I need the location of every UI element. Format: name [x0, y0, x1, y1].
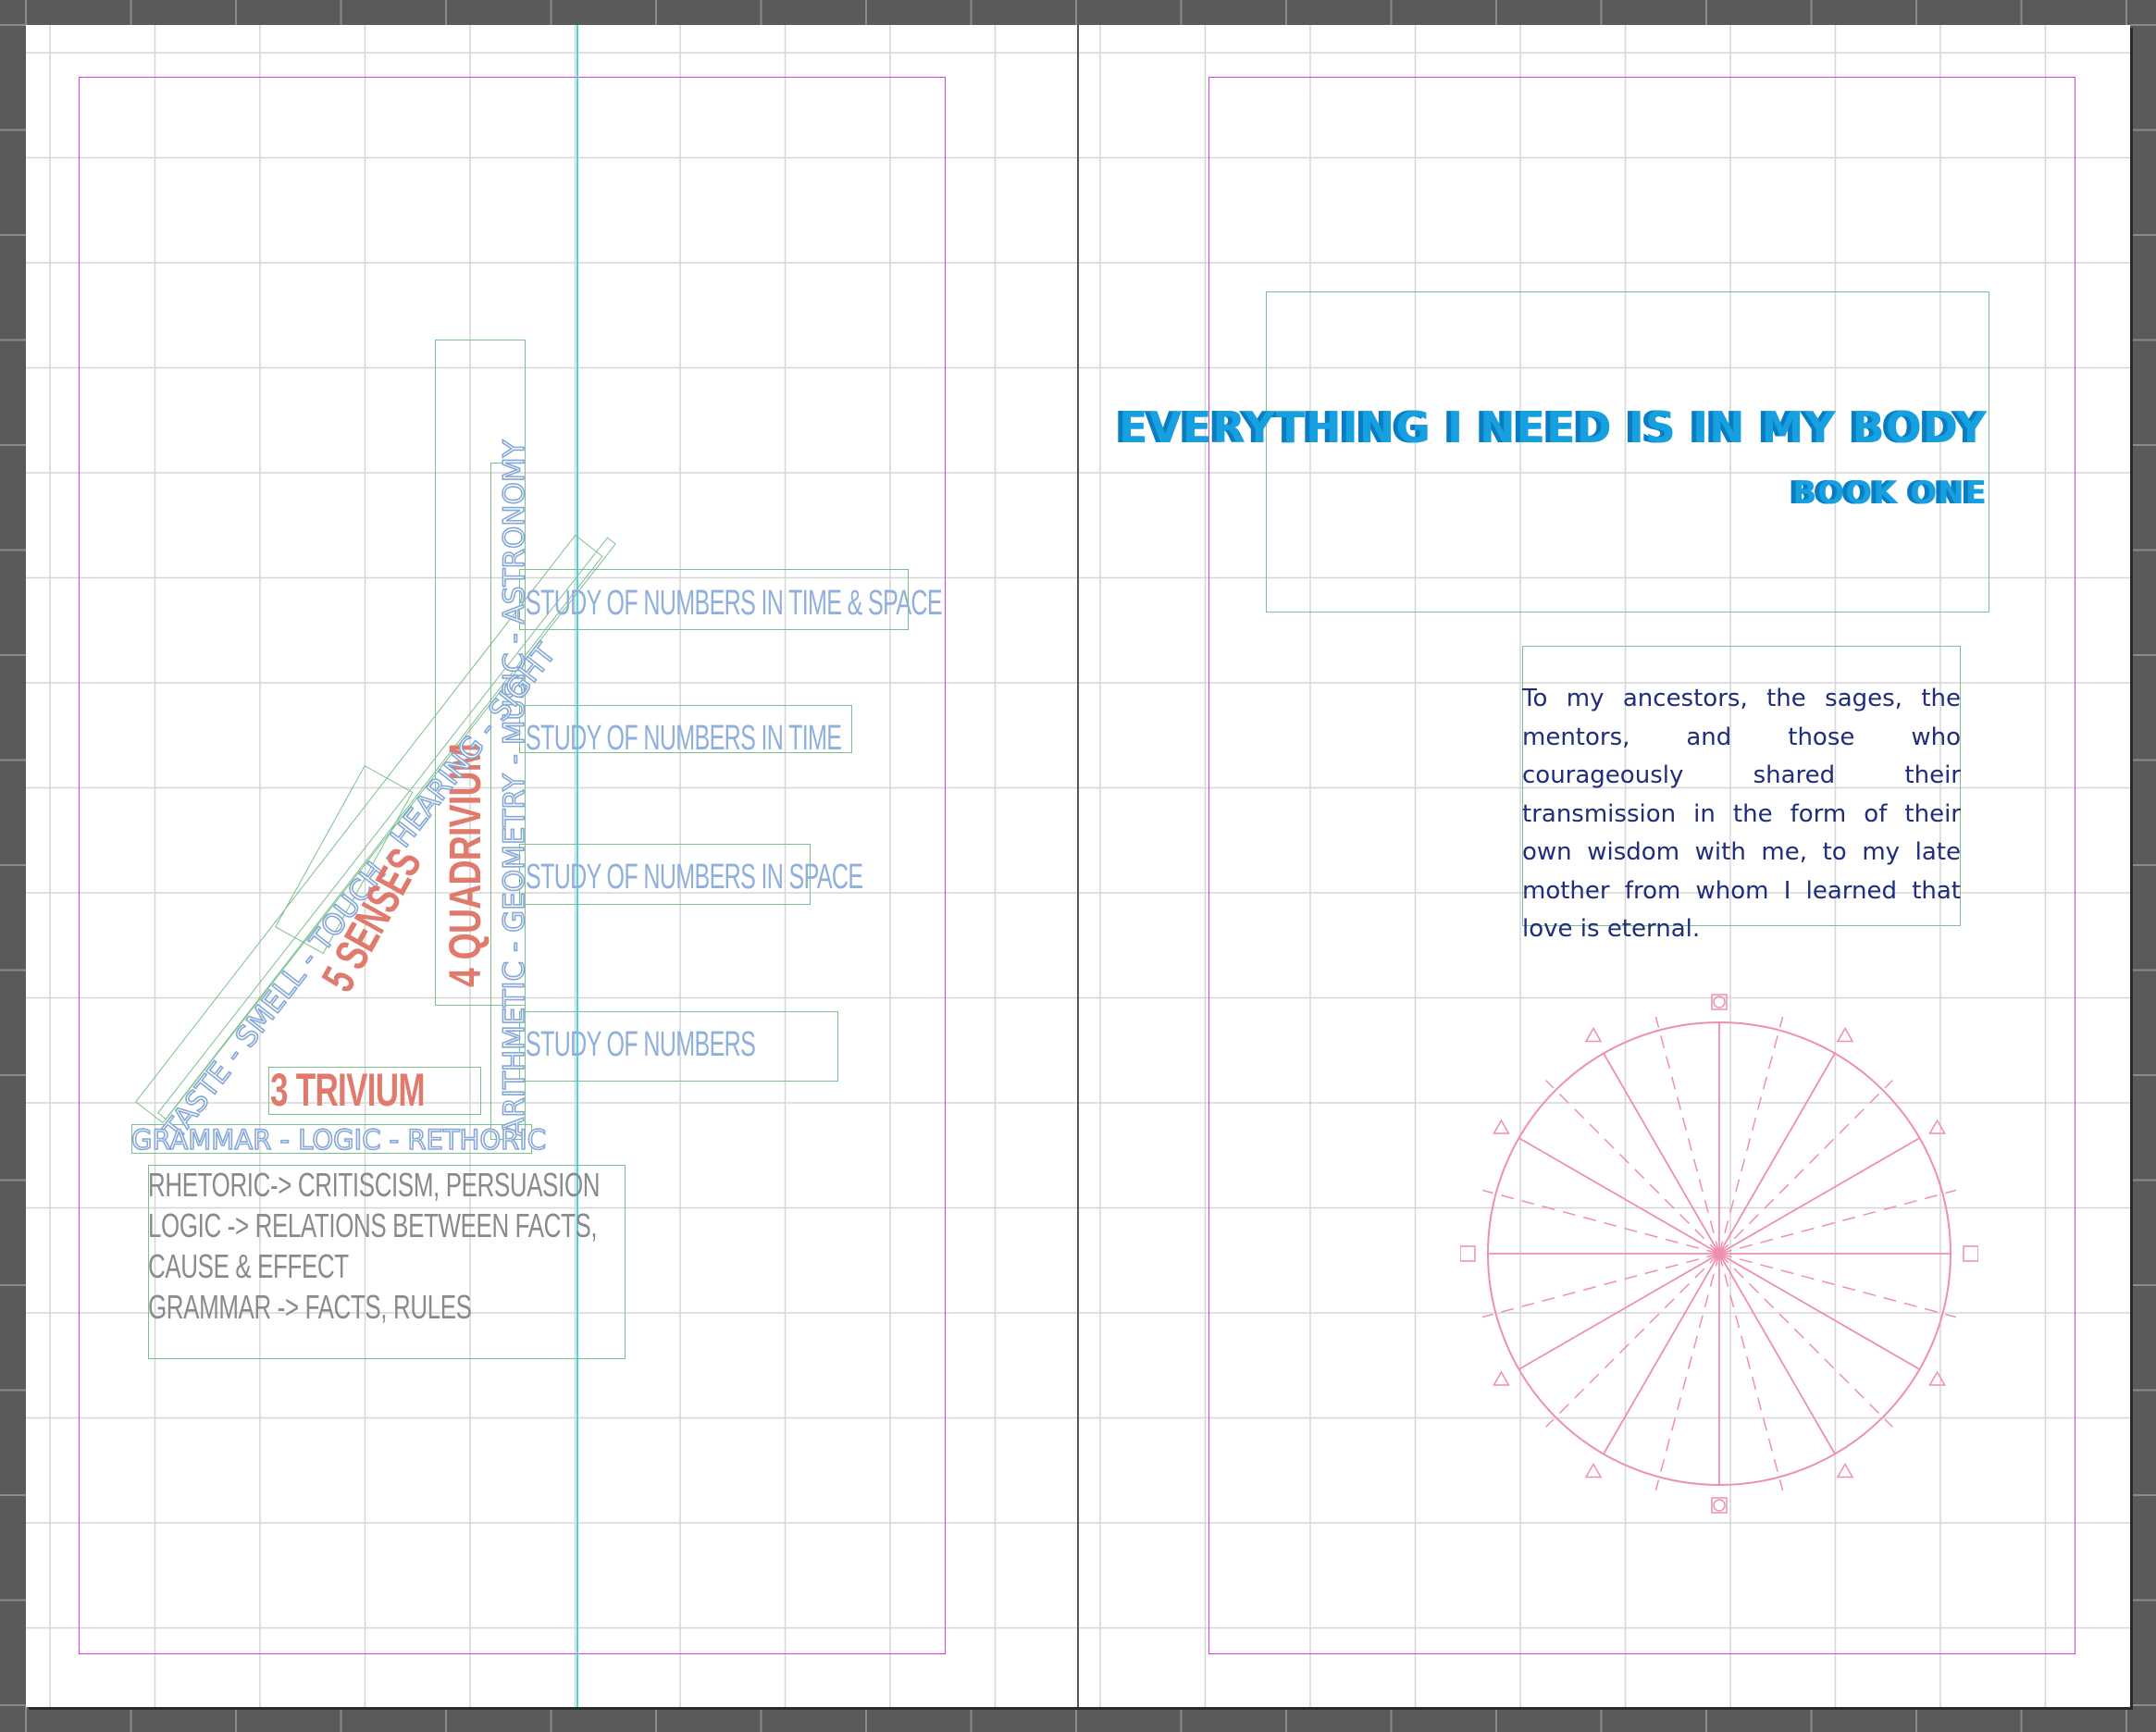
wheel-glyph: [1493, 1370, 1510, 1386]
wheel-dashed-spoke: [1718, 1016, 1784, 1255]
dedication-text: To my ancestors, the sages, the mentors,…: [1522, 685, 1961, 943]
note-line: CAUSE & EFFECT: [148, 1247, 349, 1285]
wheel-glyph: [1584, 1026, 1603, 1043]
wheel-dashed-spoke: [1654, 1253, 1720, 1491]
book-title: EVERYTHING I NEED IS IN MY BODY: [1119, 402, 1988, 452]
wheel-spoke: [1718, 1253, 1920, 1370]
trivium-notes: RHETORIC-> CRITISCISM, PERSUASION LOGIC …: [148, 1165, 600, 1328]
wheel-glyph: [1928, 1119, 1946, 1134]
wheel-dashed-spoke: [1718, 1253, 1957, 1318]
wheel-glyph: [1584, 1463, 1603, 1478]
wheel-glyph: [1836, 1026, 1854, 1043]
wheel-dashed-spoke: [1654, 1016, 1720, 1255]
trivium-subjects: GRAMMAR - LOGIC - RETHORIC: [130, 1123, 547, 1157]
wheel-dashed-spoke: [1481, 1253, 1720, 1318]
wheel-glyph: [1963, 1245, 1978, 1262]
zodiac-wheel[interactable]: [1460, 959, 1978, 1533]
wheel-dashed-spoke: [1481, 1189, 1720, 1255]
book-subtitle: BOOK ONE: [1792, 475, 1988, 512]
study-label-numbers: STUDY OF NUMBERS: [526, 1025, 756, 1064]
wheel-bottom-marker: [1713, 1499, 1726, 1512]
wheel-spoke: [1718, 1137, 1920, 1255]
wheel-dashed-spoke: [1545, 1253, 1720, 1428]
spine-line: [1077, 25, 1079, 1707]
note-line: GRAMMAR -> FACTS, RULES: [148, 1288, 472, 1326]
wheel-spoke: [1603, 1053, 1720, 1255]
document-spread[interactable]: ARITHMETIC - GEOMETRY - MUSIC - ASTRONOM…: [26, 25, 2130, 1707]
wheel-dashed-spoke: [1718, 1253, 1893, 1428]
study-label-time: STUDY OF NUMBERS IN TIME: [526, 719, 842, 758]
study-label-time-space: STUDY OF NUMBERS IN TIME & SPACE: [526, 584, 943, 623]
wheel-spoke: [1718, 1053, 1836, 1255]
wheel-dashed-spoke: [1545, 1080, 1720, 1255]
trivium-title: 3 TRIVIUM: [270, 1064, 425, 1116]
wheel-top-marker: [1713, 996, 1726, 1008]
wheel-spoke: [1603, 1253, 1720, 1454]
note-line: LOGIC -> RELATIONS BETWEEN FACTS,: [148, 1206, 598, 1244]
wheel-dashed-spoke: [1718, 1189, 1957, 1255]
wheel-glyph: [1928, 1370, 1946, 1386]
wheel-glyph: [1836, 1463, 1854, 1478]
wheel-dashed-spoke: [1718, 1253, 1784, 1491]
wheel-glyph: [1493, 1119, 1510, 1134]
study-label-space: STUDY OF NUMBERS IN SPACE: [526, 858, 863, 897]
wheel-glyph: [1460, 1245, 1476, 1262]
wheel-spoke: [1718, 1253, 1836, 1454]
wheel-spoke: [1518, 1253, 1720, 1370]
wheel-spoke: [1518, 1137, 1720, 1255]
note-line: RHETORIC-> CRITISCISM, PERSUASION: [148, 1166, 601, 1204]
wheel-dashed-spoke: [1718, 1080, 1893, 1255]
